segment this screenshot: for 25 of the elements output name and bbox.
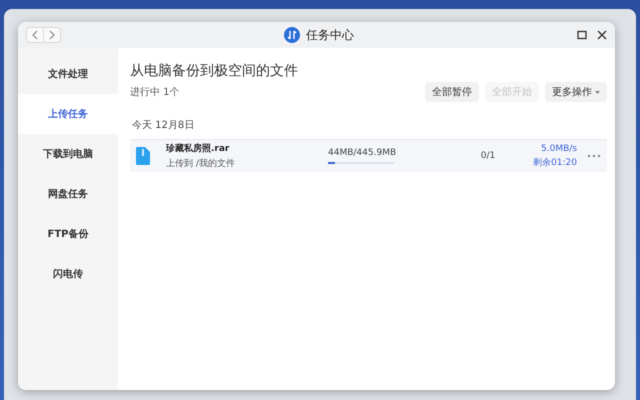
sidebar-item[interactable]: FTP备份 [18,214,118,254]
sidebar-item[interactable]: 文件处理 [18,54,118,94]
sidebar-item[interactable]: 上传任务 [18,94,118,134]
destination-text: 上传到 /我的文件 [166,158,236,170]
action-button[interactable]: 全部暂停 [425,82,479,102]
speed-text: 5.0MB/s [541,144,577,154]
status-text: 进行中 1个 [130,86,180,99]
count-text: 0/1 [480,151,496,161]
window-title: 任务中心 [306,26,354,44]
maximize-icon[interactable] [577,30,587,40]
sidebar-item[interactable]: 网盘任务 [18,174,118,214]
sidebar-item[interactable]: 下载到电脑 [18,134,118,174]
more-icon[interactable] [587,153,601,159]
remaining-time: 剩余01:20 [533,156,577,168]
task-row[interactable]: 珍藏私房照.rar 上传到 /我的文件 44MB/445.9MB 0/1 5.0MB/s 剩余01:20 [130,139,607,172]
sidebar-item[interactable]: 闪电传 [18,254,118,294]
action-button[interactable]: 更多操作 [545,82,607,102]
size-text: 44MB/445.9MB [328,148,398,158]
close-icon[interactable] [597,30,607,40]
date-heading: 今天 12月8日 [132,119,196,132]
caret-icon [595,90,600,94]
file-name: 珍藏私房照.rar [166,142,230,155]
transfer-icon [284,27,300,43]
page-title: 从电脑备份到极空间的文件 [130,62,299,80]
file-icon [136,147,150,165]
